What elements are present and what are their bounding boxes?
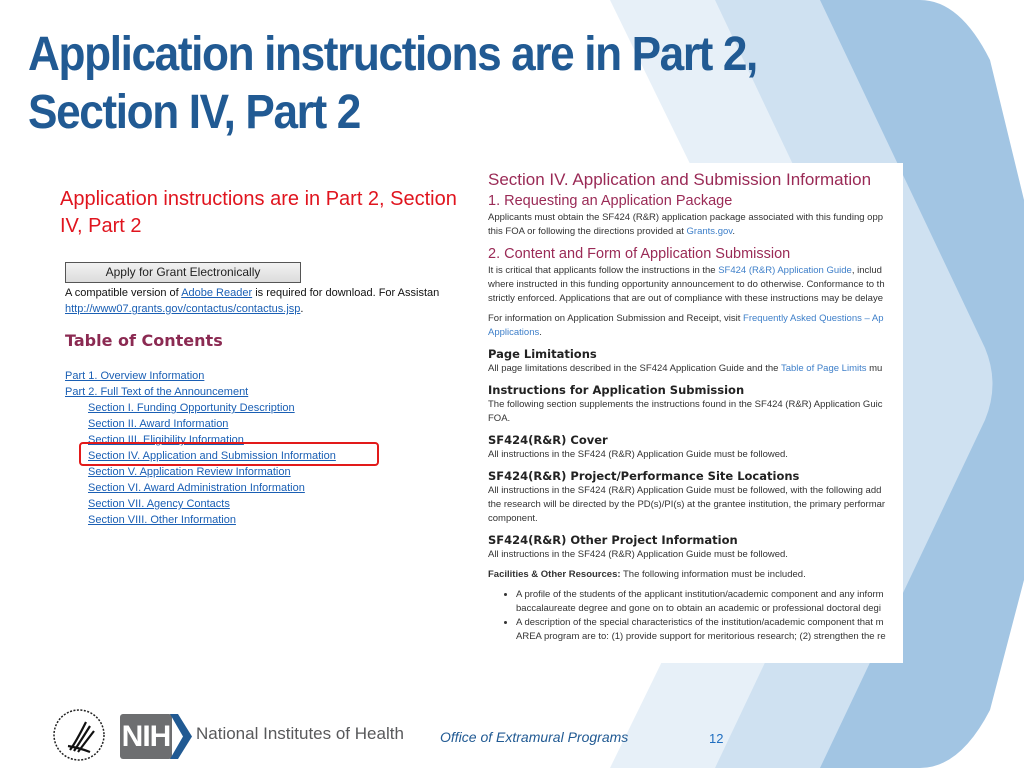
bullet-1-line2: baccalaureate degree and gone on to obta…	[516, 603, 881, 614]
requesting-suffix: .	[732, 226, 735, 237]
toc-title: Table of Contents	[65, 331, 223, 350]
content-line1-suffix: , includ	[851, 265, 882, 276]
faq-link-cont[interactable]: Applications	[488, 327, 539, 338]
other-project-heading: SF424(R&R) Other Project Information	[488, 533, 738, 547]
facilities-text: Facilities & Other Resources: The follow…	[488, 568, 903, 582]
content-line3: strictly enforced. Applications that are…	[488, 293, 883, 304]
section-iv-heading: Section IV. Application and Submission I…	[488, 170, 872, 189]
other-project-text: All instructions in the SF424 (R&R) Appl…	[488, 549, 788, 560]
info-suffix: .	[539, 327, 542, 338]
bullet-2-line1: A description of the special characteris…	[516, 617, 884, 628]
cover-text: All instructions in the SF424 (R&R) Appl…	[488, 449, 788, 460]
apply-grant-button[interactable]: Apply for Grant Electronically	[65, 262, 301, 283]
cover-heading: SF424(R&R) Cover	[488, 433, 608, 447]
requesting-line2: this FOA or following the directions pro…	[488, 226, 687, 237]
slide-subtitle: Application instructions are in Part 2, …	[60, 188, 457, 237]
toc-section-2[interactable]: Section II. Award Information	[88, 418, 228, 430]
requesting-line1: Applicants must obtain the SF424 (R&R) a…	[488, 212, 884, 223]
compat-suffix: is required for download. For Assistan	[252, 287, 440, 299]
right-screenshot: Section IV. Application and Submission I…	[482, 163, 903, 663]
requesting-heading: 1. Requesting an Application Package	[488, 193, 733, 209]
faq-link[interactable]: Frequently Asked Questions – Ap	[743, 313, 883, 324]
nih-name: National Institutes of Health	[196, 724, 404, 743]
toc-section-6[interactable]: Section VI. Award Administration Informa…	[88, 482, 305, 494]
grants-gov-link[interactable]: Grants.gov	[687, 226, 733, 237]
instructions-heading: Instructions for Application Submission	[488, 383, 745, 397]
content-form-text: It is critical that applicants follow th…	[488, 264, 903, 306]
nih-logo: NIH	[120, 714, 172, 759]
content-form-heading: 2. Content and Form of Application Submi…	[488, 246, 791, 262]
bullet-item: A profile of the students of the applica…	[516, 588, 903, 616]
toc-section-1[interactable]: Section I. Funding Opportunity Descripti…	[88, 402, 295, 414]
adobe-reader-link[interactable]: Adobe Reader	[181, 287, 252, 299]
sites-line3: component.	[488, 513, 538, 524]
instr-line1: The following section supplements the in…	[488, 399, 883, 410]
submission-info-text: For information on Application Submissio…	[488, 312, 903, 340]
page-number: 12	[709, 731, 724, 746]
bullet-1-line1: A profile of the students of the applica…	[516, 589, 884, 600]
sites-line1: All instructions in the SF424 (R&R) Appl…	[488, 485, 882, 496]
toc-part2[interactable]: Part 2. Full Text of the Announcement	[65, 384, 336, 400]
bullet-2-line2: AREA program are to: (1) provide support…	[516, 631, 886, 642]
bullet-item: A description of the special characteris…	[516, 616, 903, 644]
compat-prefix: A compatible version of	[65, 287, 182, 299]
nih-chevron-icon	[170, 714, 192, 759]
requesting-text: Applicants must obtain the SF424 (R&R) a…	[488, 211, 903, 239]
facilities-desc: The following information must be includ…	[620, 569, 806, 580]
toc-section-7[interactable]: Section VII. Agency Contacts	[88, 498, 230, 510]
toc-section-5[interactable]: Section V. Application Review Informatio…	[88, 466, 291, 478]
content-line1: It is critical that applicants follow th…	[488, 265, 719, 276]
compat-notice: A compatible version of Adobe Reader is …	[65, 285, 460, 317]
facilities-label: Facilities & Other Resources:	[488, 569, 621, 580]
page-limitations-heading: Page Limitations	[488, 347, 597, 361]
contact-link[interactable]: http://www07.grants.gov/contactus/contac…	[65, 303, 300, 315]
contact-suffix: .	[300, 303, 304, 315]
page-limits-prefix: All page limitations described in the SF…	[488, 363, 781, 374]
slide-title: Application instructions are in Part 2, …	[28, 28, 758, 139]
facilities-bullets: A profile of the students of the applica…	[488, 588, 903, 644]
hhs-seal-icon	[53, 709, 105, 761]
page-limits-suffix: mu	[866, 363, 883, 374]
content-line2: where instructed in this funding opportu…	[488, 279, 885, 290]
section-iv-highlight-box	[79, 442, 379, 466]
toc-part1[interactable]: Part 1. Overview Information	[65, 368, 336, 384]
left-screenshot: Apply for Grant Electronically A compati…	[60, 256, 460, 536]
instructions-text: The following section supplements the in…	[488, 398, 903, 426]
page-limits-link[interactable]: Table of Page Limits	[781, 363, 867, 374]
site-locations-heading: SF424(R&R) Project/Performance Site Loca…	[488, 469, 800, 483]
page-limitations-text: All page limitations described in the SF…	[488, 362, 903, 376]
office-name: Office of Extramural Programs	[440, 729, 629, 745]
sites-line2: the research will be directed by the PD(…	[488, 499, 886, 510]
info-prefix: For information on Application Submissio…	[488, 313, 744, 324]
instr-line2: FOA.	[488, 413, 511, 424]
application-guide-link[interactable]: SF424 (R&R) Application Guide	[718, 265, 852, 276]
site-locations-text: All instructions in the SF424 (R&R) Appl…	[488, 484, 903, 526]
toc-section-8[interactable]: Section VIII. Other Information	[88, 514, 236, 526]
